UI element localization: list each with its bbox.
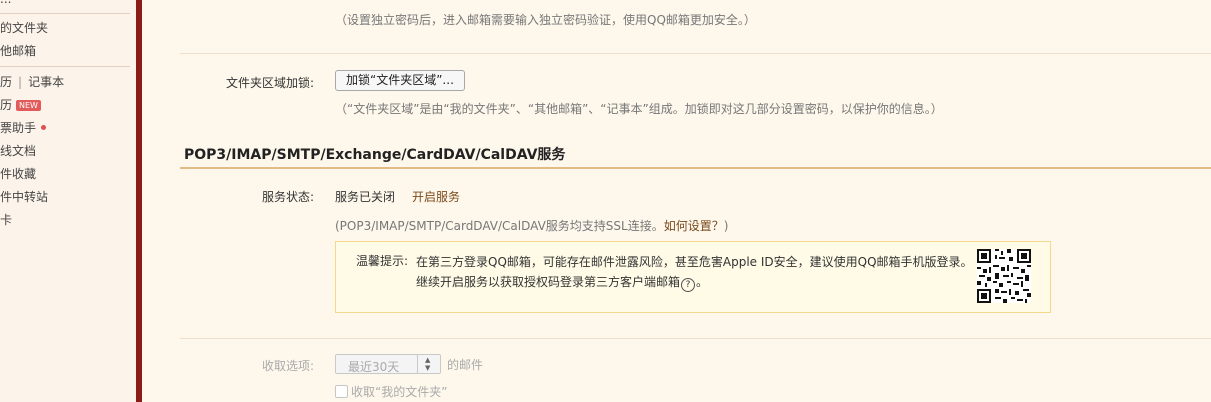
sidebar-item-transfer-station[interactable]: 件中转站: [0, 188, 48, 205]
service-section-title: POP3/IMAP/SMTP/Exchange/CardDAV/CalDAV服务: [184, 147, 566, 163]
folder-lock-hint: （“文件夹区域”是由“我的文件夹”、“其他邮箱”、“记事本”组成。加锁即对这几部…: [335, 102, 943, 116]
tip-line-1: 在第三方登录QQ邮箱，可能存在邮件泄露风险，甚至危害Apple ID安全，建议使…: [416, 255, 973, 269]
sidebar-item-partial[interactable]: ...: [0, 0, 11, 6]
enable-service-link[interactable]: 开启服务: [412, 188, 460, 205]
settings-main: （设置独立密码后，进入邮箱需要输入独立密码验证，使用QQ邮箱更加安全。） 文件夹…: [142, 0, 1211, 402]
folder-lock-label: 文件夹区域加锁:: [225, 76, 314, 90]
sidebar-item-label: 件收藏: [0, 167, 37, 181]
tip-label: 温馨提示:: [356, 254, 409, 268]
new-badge: NEW: [16, 100, 41, 111]
sidebar-item-label: 他邮箱: [0, 44, 37, 58]
sidebar-divider: [0, 13, 130, 14]
how-to-setup-link[interactable]: 如何设置？: [664, 219, 724, 233]
fetch-my-folders-option: 收取“我的文件夹”: [335, 383, 447, 400]
ssl-note-suffix: ): [723, 219, 729, 233]
ssl-note-text: (POP3/IMAP/SMTP/CardDAV/CalDAV服务均支持SSL连接…: [335, 219, 664, 233]
sidebar-item-favorites[interactable]: 件收藏: [0, 165, 36, 182]
sidebar-item-card[interactable]: 卡: [0, 211, 12, 228]
sidebar-item-label: 件中转站: [0, 190, 49, 204]
sidebar-item-online-docs[interactable]: 线文档: [0, 142, 36, 159]
sidebar: ... 的文件夹 他邮箱 历|记事本 历NEW 票助手 线文档 件收藏 件中转站…: [0, 0, 136, 402]
independent-password-hint: （设置独立密码后，进入邮箱需要输入独立密码验证，使用QQ邮箱更加安全。）: [335, 13, 756, 27]
sidebar-item-calendar-notes: 历 | 记事本: [0, 73, 64, 90]
fetch-period-value: 最近30天: [348, 360, 400, 374]
help-circle-icon[interactable]: ?: [681, 278, 696, 292]
tip-line-2-end: 。: [696, 275, 709, 289]
tip-line-2: 继续开启服务以获取授权码登录第三方客户端邮箱?。: [416, 272, 976, 292]
sidebar-item-notes[interactable]: 记事本: [28, 75, 64, 89]
sidebar-item-label: ...: [0, 0, 11, 6]
ssl-note: (POP3/IMAP/SMTP/CardDAV/CalDAV服务均支持SSL连接…: [335, 217, 728, 234]
fetch-period-select[interactable]: 最近30天 ▲ ▼: [335, 354, 441, 374]
sidebar-item-other-mail[interactable]: 他邮箱: [0, 42, 36, 59]
sidebar-item-label: 线文档: [0, 144, 37, 158]
stepper-arrows-icon: ▲ ▼: [417, 355, 440, 373]
sidebar-item-label: 票助手: [0, 121, 37, 135]
notification-dot-icon: [41, 125, 47, 130]
service-status-value: 服务已关闭: [335, 190, 396, 204]
fetch-options-label: 收取选项:: [261, 359, 314, 373]
qr-code-icon: [977, 249, 1031, 303]
row-divider: [180, 53, 1211, 54]
fetch-my-folders-label: 收取“我的文件夹”: [351, 385, 448, 399]
sidebar-divider: [0, 66, 130, 67]
lock-folder-area-button[interactable]: 加锁“文件夹区域”...: [335, 70, 465, 91]
sidebar-item-calendar[interactable]: 历: [0, 75, 12, 89]
sidebar-item-label: 的文件夹: [0, 21, 49, 35]
tip-text: 在第三方登录QQ邮箱，可能存在邮件泄露风险，甚至危害Apple ID安全，建议使…: [416, 252, 976, 292]
fetch-suffix: 的邮件: [447, 358, 484, 372]
security-tip-box: 温馨提示: 在第三方登录QQ邮箱，可能存在邮件泄露风险，甚至危害Apple ID…: [335, 241, 1051, 313]
sidebar-item-my-folders[interactable]: 的文件夹: [0, 19, 48, 36]
sidebar-item-label: 卡: [0, 213, 13, 227]
row-divider: [180, 338, 1211, 339]
tip-line-2-text: 继续开启服务以获取授权码登录第三方客户端邮箱: [416, 275, 681, 289]
fetch-my-folders-checkbox[interactable]: [335, 385, 348, 398]
section-divider: [180, 167, 1211, 169]
separator: |: [18, 75, 23, 89]
sidebar-item-ticket-helper[interactable]: 票助手: [0, 119, 47, 136]
service-status-label: 服务状态:: [261, 190, 314, 204]
sidebar-item-calendar-new[interactable]: 历 NEW: [0, 96, 41, 113]
sidebar-item-label: 历: [0, 98, 13, 112]
